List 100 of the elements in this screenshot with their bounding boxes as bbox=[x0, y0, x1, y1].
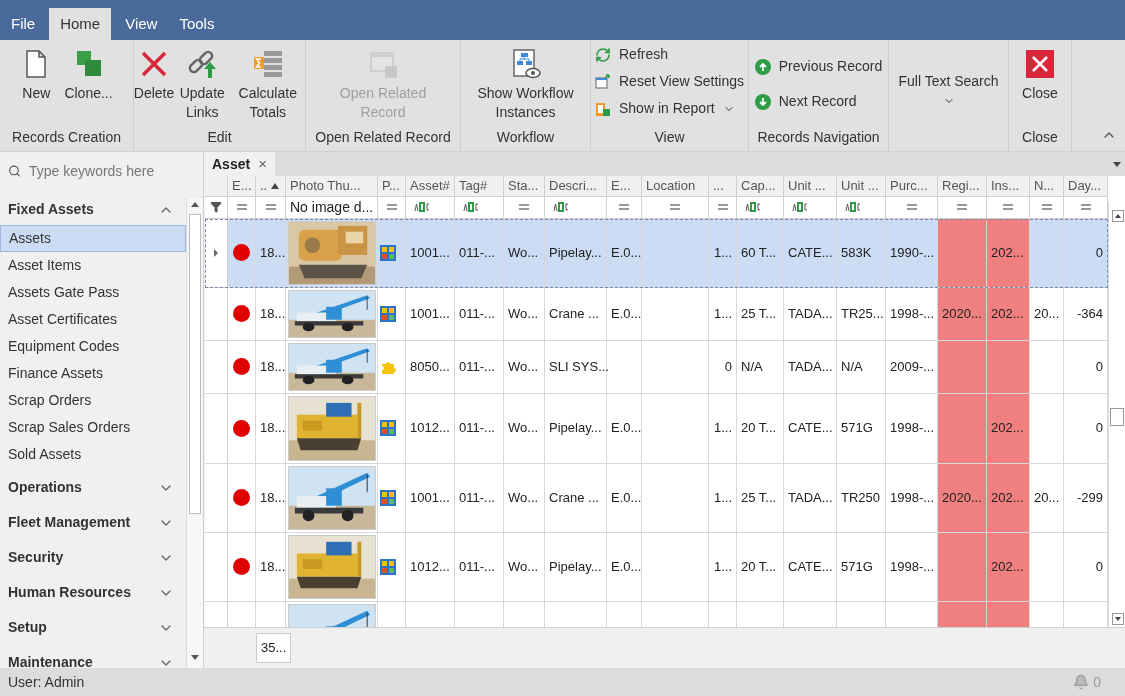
menu-tab[interactable]: File bbox=[0, 8, 47, 40]
table-cell-text: 25 T... bbox=[741, 304, 777, 323]
ribbon-small-button[interactable]: Previous Record bbox=[754, 56, 883, 77]
nav-group-header[interactable]: Fixed Assets bbox=[0, 190, 186, 225]
table-cell-text: 1998-... bbox=[890, 488, 935, 507]
nav-group-header[interactable]: Operations bbox=[0, 468, 186, 503]
table-row[interactable]: 18... 1001... 011-... Wo... Pipelay... E.0... 1... 60 T... CATE... 583K 1990-... 202... 0 bbox=[205, 218, 1108, 288]
table-cell-text: 011-... bbox=[459, 488, 495, 507]
equals-filter-icon[interactable] bbox=[235, 203, 248, 211]
ribbon-small-button[interactable]: Refresh bbox=[595, 44, 744, 65]
column-header[interactable]: Day... bbox=[1064, 176, 1108, 196]
scroll-up-icon[interactable] bbox=[1112, 210, 1124, 222]
search-field[interactable]: Type keywords here bbox=[29, 160, 199, 182]
ribbon-button[interactable]: Calculate Totals bbox=[234, 44, 301, 122]
tab-list-icon[interactable] bbox=[1113, 161, 1121, 169]
column-header[interactable]: E... bbox=[607, 176, 642, 196]
ribbon-small-button[interactable]: Next Record bbox=[754, 91, 883, 112]
scrollbar[interactable] bbox=[1108, 202, 1125, 627]
nav-item[interactable]: Scrap Sales Orders bbox=[0, 414, 186, 441]
column-header[interactable]: N... bbox=[1030, 176, 1064, 196]
ribbon-button[interactable]: New bbox=[16, 44, 57, 103]
nav-item[interactable]: Sold Assets bbox=[0, 441, 186, 468]
column-header[interactable]: E... bbox=[228, 176, 256, 196]
filter-value[interactable]: No image d... bbox=[286, 196, 374, 218]
table-cell-text: 011-... bbox=[459, 357, 495, 376]
column-header[interactable]: Photo Thu... bbox=[286, 176, 378, 196]
nav-item[interactable]: Asset Items bbox=[0, 252, 186, 279]
column-header[interactable]: P... bbox=[378, 176, 406, 196]
column-header[interactable]: Location bbox=[642, 176, 709, 196]
scrollbar-thumb[interactable] bbox=[1110, 408, 1124, 426]
equals-filter-icon[interactable] bbox=[669, 203, 681, 211]
table-cell-text: 011-... bbox=[459, 557, 495, 576]
tab-close-button[interactable]: × bbox=[258, 152, 267, 176]
nav-item[interactable]: Equipment Codes bbox=[0, 333, 186, 360]
equals-filter-icon[interactable] bbox=[716, 203, 729, 211]
equals-filter-icon[interactable] bbox=[264, 203, 277, 211]
equals-filter-icon[interactable] bbox=[905, 203, 918, 211]
contains-filter-icon[interactable] bbox=[845, 201, 861, 213]
table-cell-text: 1012... bbox=[410, 557, 450, 576]
table-cell-text: Crane ... bbox=[549, 304, 599, 323]
nav-group-header[interactable]: Setup bbox=[0, 608, 186, 643]
column-header[interactable]: ... bbox=[709, 176, 737, 196]
scrollbar-thumb[interactable] bbox=[189, 214, 201, 514]
table-row[interactable]: 18... 1001... 011-... Wo... Crane ... E.0... 1... 25 T... TADA... TR25... 1998-... 2020... 202... 20... -364 bbox=[205, 287, 1108, 341]
equals-filter-icon[interactable] bbox=[618, 203, 630, 211]
column-header[interactable]: .. bbox=[256, 176, 286, 196]
table-cell-text: 571G bbox=[841, 419, 873, 438]
nav-group-header[interactable]: Human Resources bbox=[0, 573, 186, 608]
column-header[interactable]: Sta... bbox=[504, 176, 545, 196]
table-cell-text: 25 T... bbox=[741, 488, 777, 507]
nav-item[interactable]: Scrap Orders bbox=[0, 387, 186, 414]
ribbon-small-button[interactable]: Show in Report bbox=[595, 98, 744, 119]
filter-icon[interactable] bbox=[210, 201, 222, 213]
scrollbar[interactable] bbox=[186, 198, 203, 668]
column-header[interactable]: Regi... bbox=[938, 176, 987, 196]
contains-filter-icon[interactable] bbox=[553, 201, 569, 213]
column-header[interactable]: Tag# bbox=[455, 176, 504, 196]
column-header[interactable]: Ins... bbox=[987, 176, 1030, 196]
column-header[interactable]: Descri... bbox=[545, 176, 607, 196]
ribbon-small-button[interactable]: Reset View Settings bbox=[595, 71, 744, 92]
table-cell-text: 8050... bbox=[410, 357, 450, 376]
column-header[interactable]: Asset# bbox=[406, 176, 455, 196]
equals-filter-icon[interactable] bbox=[1079, 203, 1092, 211]
equals-filter-icon[interactable] bbox=[1002, 203, 1014, 211]
table-row[interactable]: 18... 1012... 011-... Wo... Pipelay... E.0... 1... 20 T... CATE... 571G 1998-... 202... 0 bbox=[205, 393, 1108, 464]
table-row[interactable]: 18... 1012... 011-... Wo... Pipelay... E.0... 1... 20 T... CATE... 571G 1998-... 202... 0 bbox=[205, 532, 1108, 602]
table-cell-text: 2009-... bbox=[890, 357, 935, 376]
table-row[interactable]: 18... 1001... 011-... Wo... Crane ... E.0... 1... 25 T... TADA... TR250 1998-... 2020... 202... 20... -299 bbox=[205, 463, 1108, 533]
equals-filter-icon[interactable] bbox=[518, 203, 530, 211]
nav-group-header[interactable]: Fleet Management bbox=[0, 503, 186, 538]
nav-item[interactable]: Assets Gate Pass bbox=[0, 279, 186, 306]
contains-filter-icon[interactable] bbox=[463, 201, 479, 213]
contains-filter-icon[interactable] bbox=[792, 201, 808, 213]
column-header[interactable]: Purc... bbox=[886, 176, 938, 196]
table-row[interactable]: 18... 8050... 011-... Wo... SLI SYS... 0 N/A TADA... N/A 2009-... 0 bbox=[205, 340, 1108, 394]
equals-filter-icon[interactable] bbox=[956, 203, 968, 211]
table-cell-text: 1998-... bbox=[890, 557, 935, 576]
nav-group-header[interactable]: Maintenance bbox=[0, 643, 186, 668]
ribbon-button[interactable]: Show Workflow Instances bbox=[469, 44, 582, 122]
nav-item[interactable]: Finance Assets bbox=[0, 360, 186, 387]
ribbon-button[interactable]: Update Links bbox=[174, 44, 231, 122]
ribbon-button[interactable]: Close bbox=[1018, 44, 1062, 103]
menu-tab[interactable]: Tools bbox=[168, 8, 226, 40]
equals-filter-icon[interactable] bbox=[1040, 203, 1053, 211]
ribbon-button[interactable]: Full Text Search bbox=[893, 44, 1004, 110]
ribbon-button[interactable]: Clone... bbox=[60, 44, 117, 103]
bell-icon[interactable] bbox=[1073, 674, 1090, 690]
column-header[interactable]: Cap... bbox=[737, 176, 784, 196]
nav-group-header[interactable]: Security bbox=[0, 538, 186, 573]
scroll-down-icon[interactable] bbox=[1112, 613, 1124, 625]
nav-item[interactable]: Assets bbox=[0, 225, 186, 252]
column-header[interactable]: Unit ... bbox=[784, 176, 837, 196]
contains-filter-icon[interactable] bbox=[745, 201, 761, 213]
document-tab[interactable]: Asset × bbox=[204, 152, 275, 176]
column-header[interactable]: Unit ... bbox=[837, 176, 886, 196]
nav-item[interactable]: Asset Certificates bbox=[0, 306, 186, 333]
menu-tab[interactable]: View bbox=[114, 8, 169, 40]
contains-filter-icon[interactable] bbox=[414, 201, 430, 213]
menu-tab[interactable]: Home bbox=[49, 8, 112, 40]
equals-filter-icon[interactable] bbox=[385, 203, 398, 211]
